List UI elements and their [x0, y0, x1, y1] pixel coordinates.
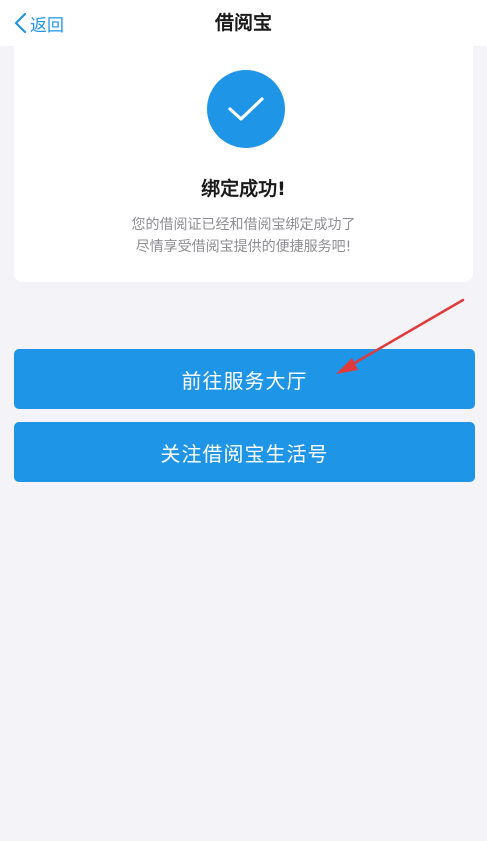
go-service-hall-button[interactable]: 前往服务大厅 [14, 349, 475, 409]
description-line-1: 您的借阅证已经和借阅宝绑定成功了 [131, 217, 356, 233]
success-badge [207, 70, 285, 148]
success-description: 您的借阅证已经和借阅宝绑定成功了 尽情享受借阅宝提供的便捷服务吧! [14, 214, 473, 258]
navigation-bar: 返回 借阅宝 [0, 0, 487, 46]
success-card: 绑定成功! 您的借阅证已经和借阅宝绑定成功了 尽情享受借阅宝提供的便捷服务吧! [14, 46, 473, 282]
screen: 返回 借阅宝 绑定成功! 您的借阅证已经和借阅宝绑定成功了 尽情享受借阅宝提供的… [0, 0, 487, 841]
success-title: 绑定成功! [201, 178, 286, 200]
description-line-2: 尽情享受借阅宝提供的便捷服务吧! [135, 239, 352, 255]
check-icon [228, 97, 264, 121]
page-title: 借阅宝 [214, 12, 272, 34]
follow-life-account-button[interactable]: 关注借阅宝生活号 [14, 422, 475, 482]
